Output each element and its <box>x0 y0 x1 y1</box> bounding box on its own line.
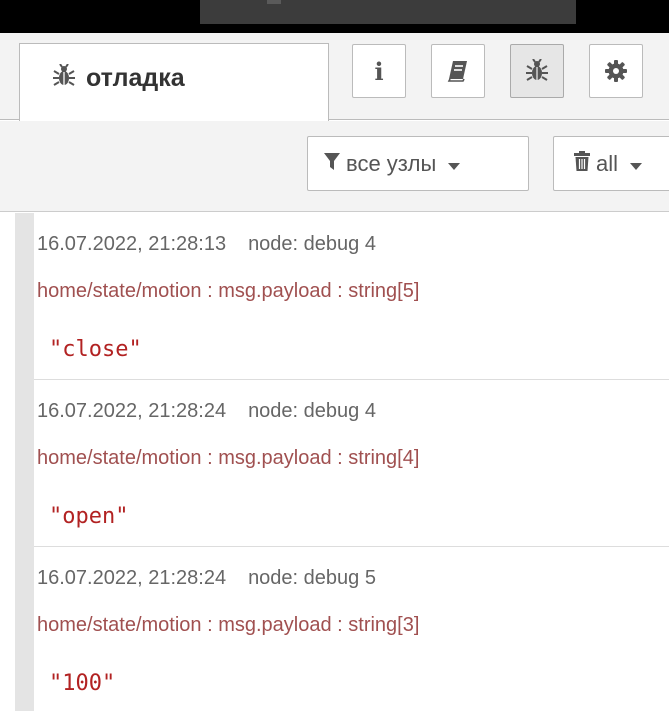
trash-icon <box>574 150 590 177</box>
filter-nodes-dropdown[interactable]: все узлы <box>307 136 529 191</box>
filter-icon <box>324 151 340 177</box>
filter-label: все узлы <box>346 150 437 176</box>
message-timestamp: 16.07.2022, 21:28:24 <box>37 400 227 422</box>
message-timestamp: 16.07.2022, 21:28:24 <box>37 567 227 589</box>
debug-message[interactable]: 16.07.2022, 21:28:13 node: debug 4 home/s… <box>34 213 669 380</box>
message-payload[interactable]: "open" <box>49 504 128 529</box>
tab-debug[interactable]: отладка <box>19 43 329 121</box>
bug-icon <box>52 63 76 88</box>
message-payload[interactable]: "100" <box>49 671 115 696</box>
message-node-link[interactable]: node: debug 5 <box>248 567 376 589</box>
help-button[interactable] <box>431 44 485 98</box>
top-bar-slot <box>200 0 576 24</box>
info-button[interactable]: i <box>352 44 406 98</box>
message-timestamp: 16.07.2022, 21:28:13 <box>37 233 227 255</box>
message-node-link[interactable]: node: debug 4 <box>248 233 376 255</box>
message-payload[interactable]: "close" <box>49 337 142 362</box>
message-meta: 16.07.2022, 21:28:13 node: debug 4 <box>37 233 376 256</box>
message-node-link[interactable]: node: debug 4 <box>248 400 376 422</box>
tab-debug-label: отладка <box>86 64 185 92</box>
message-topic: home/state/motion : msg.payload : string… <box>37 447 420 469</box>
clear-messages-button[interactable]: all <box>553 136 669 191</box>
info-icon: i <box>374 56 384 86</box>
gear-icon <box>604 59 628 83</box>
debug-message[interactable]: 16.07.2022, 21:28:24 node: debug 4 home/s… <box>34 380 669 547</box>
book-icon <box>446 59 470 83</box>
debug-messages[interactable]: 16.07.2022, 21:28:13 node: debug 4 home/s… <box>0 213 669 711</box>
message-meta: 16.07.2022, 21:28:24 node: debug 5 <box>37 567 376 590</box>
caret-down-icon <box>448 151 461 177</box>
config-button[interactable] <box>589 44 643 98</box>
message-topic: home/state/motion : msg.payload : string… <box>37 280 420 302</box>
message-topic: home/state/motion : msg.payload : string… <box>37 614 420 636</box>
sidebar-tab-bar: отладка i <box>0 33 669 121</box>
bug-icon <box>525 59 549 83</box>
message-meta: 16.07.2022, 21:28:24 node: debug 4 <box>37 400 376 423</box>
debug-toolbar: все узлы all <box>0 121 669 212</box>
resize-handle[interactable] <box>267 0 281 4</box>
clear-label: all <box>596 150 619 176</box>
debug-message[interactable]: 16.07.2022, 21:28:24 node: debug 5 home/s… <box>34 547 669 711</box>
window-top-bar <box>0 0 669 33</box>
caret-down-icon <box>630 151 643 177</box>
message-gutter <box>15 213 34 711</box>
debug-button[interactable] <box>510 44 564 98</box>
